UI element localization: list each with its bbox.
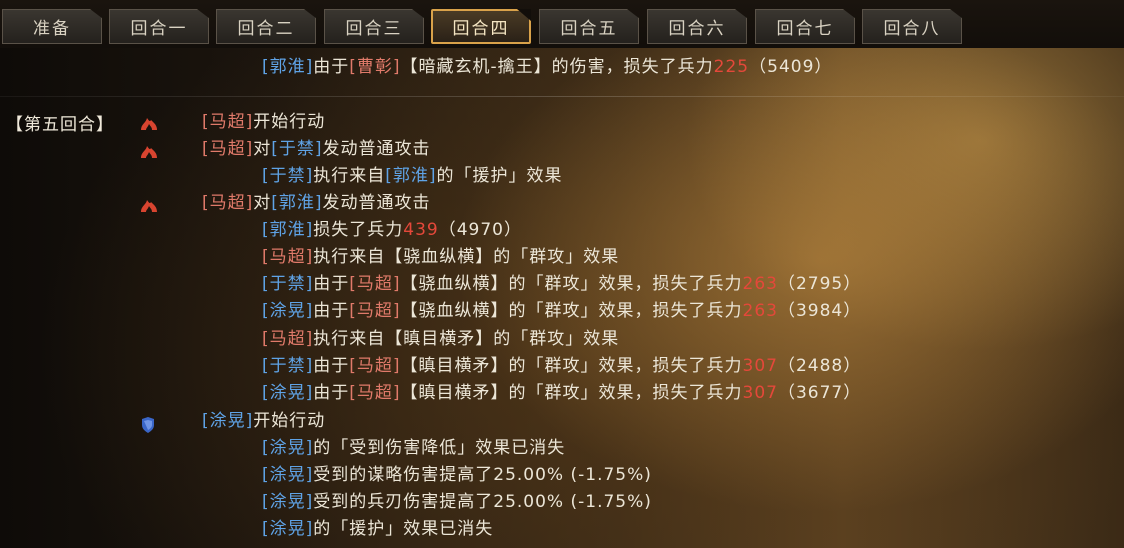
- tab-round-6[interactable]: 回合六: [647, 9, 747, 44]
- general-name: [郭淮]: [271, 193, 323, 213]
- damage-value: 439: [403, 220, 439, 240]
- general-name: [马超]: [202, 139, 254, 159]
- general-name: [马超]: [349, 383, 401, 403]
- log-text: 执行来自【骁血纵横】的「群攻」效果: [313, 247, 620, 267]
- general-name: [马超]: [202, 112, 254, 132]
- log-text: 由于: [313, 301, 350, 321]
- round-separator: [0, 96, 1124, 97]
- log-text: 由于: [313, 57, 350, 77]
- general-name: [郭淮]: [262, 57, 314, 77]
- tab-round-8[interactable]: 回合八: [862, 9, 962, 44]
- log-text: 执行来自: [313, 166, 386, 186]
- log-text: 由于: [313, 383, 350, 403]
- log-line: [于禁]执行来自[郭淮]的「援护」效果: [262, 163, 563, 189]
- tab-round-5[interactable]: 回合五: [539, 9, 639, 44]
- general-name: [马超]: [349, 274, 401, 294]
- log-line: [涂晃]由于[马超]【骁血纵横】的「群攻」效果，损失了兵力263（3984）: [262, 298, 861, 324]
- general-name: [涂晃]: [262, 465, 314, 485]
- log-text: （4970）: [438, 220, 522, 240]
- log-line: [马超]开始行动: [202, 109, 325, 135]
- log-line: [涂晃]的「受到伤害降低」效果已消失: [262, 435, 565, 461]
- log-text: 的「受到伤害降低」效果已消失: [313, 438, 566, 458]
- flame-icon: [141, 118, 157, 130]
- shield-icon: [142, 417, 154, 433]
- log-text: 【骁血纵横】的「群攻」效果，损失了兵力: [400, 301, 743, 321]
- general-name: [郭淮]: [385, 166, 437, 186]
- log-text: 对: [253, 193, 272, 213]
- log-line: [涂晃]由于[马超]【瞋目横矛】的「群攻」效果，损失了兵力307（3677）: [262, 380, 861, 406]
- tab-round-2[interactable]: 回合二: [216, 9, 316, 44]
- log-line: [马超]执行来自【瞋目横矛】的「群攻」效果: [262, 326, 619, 352]
- log-text: 发动普通攻击: [322, 139, 431, 159]
- flame-icon: [141, 200, 157, 212]
- log-text: （3984）: [777, 301, 862, 321]
- log-text: 执行来自【瞋目横矛】的「群攻」效果: [313, 329, 620, 349]
- tab-round-1[interactable]: 回合一: [109, 9, 209, 44]
- log-text: 受到的谋略伤害提高了25.00% (-1.75%): [313, 465, 652, 485]
- general-name: [曹彰]: [349, 57, 401, 77]
- general-name: [涂晃]: [202, 411, 254, 431]
- log-line: [于禁]由于[马超]【骁血纵横】的「群攻」效果，损失了兵力263（2795）: [262, 271, 861, 297]
- log-line: [涂晃]的「援护」效果已消失: [262, 516, 493, 542]
- round-tab-bar: 准备 回合一 回合二 回合三 回合四 回合五 回合六 回合七 回合八: [0, 0, 1124, 48]
- damage-value: 263: [742, 274, 778, 294]
- log-text: 开始行动: [253, 411, 326, 431]
- log-line: [涂晃]受到的谋略伤害提高了25.00% (-1.75%): [262, 462, 652, 488]
- log-text: 发动普通攻击: [322, 193, 431, 213]
- general-name: [马超]: [349, 301, 401, 321]
- general-name: [马超]: [262, 329, 314, 349]
- tab-round-7[interactable]: 回合七: [755, 9, 855, 44]
- log-text: 的「援护」效果: [436, 166, 563, 186]
- general-name: [涂晃]: [262, 492, 314, 512]
- damage-value: 307: [742, 356, 778, 376]
- tab-round-3[interactable]: 回合三: [324, 9, 424, 44]
- log-text: （3677）: [777, 383, 862, 403]
- log-text: （2488）: [777, 356, 862, 376]
- log-text: 【瞋目横矛】的「群攻」效果，损失了兵力: [400, 383, 743, 403]
- log-text: 开始行动: [253, 112, 326, 132]
- log-text: （5409）: [749, 57, 833, 77]
- log-line: [郭淮]由于[曹彰]【暗藏玄机-擒王】的伤害，损失了兵力225（5409）: [262, 54, 832, 80]
- round-heading: 【第五回合】: [6, 115, 114, 135]
- general-name: [于禁]: [262, 356, 314, 376]
- damage-value: 307: [742, 383, 778, 403]
- log-line: [马超]对[于禁]发动普通攻击: [202, 136, 431, 162]
- log-text: （2795）: [777, 274, 862, 294]
- log-text: 对: [253, 139, 272, 159]
- general-name: [涂晃]: [262, 519, 314, 539]
- general-name: [涂晃]: [262, 383, 314, 403]
- log-text: 损失了兵力: [313, 220, 404, 240]
- log-text: 【骁血纵横】的「群攻」效果，损失了兵力: [400, 274, 743, 294]
- general-name: [马超]: [262, 247, 314, 267]
- log-text: 【瞋目横矛】的「群攻」效果，损失了兵力: [400, 356, 743, 376]
- general-name: [马超]: [349, 356, 401, 376]
- log-text: 由于: [313, 274, 350, 294]
- log-text: 受到的兵刃伤害提高了25.00% (-1.75%): [313, 492, 652, 512]
- log-text: 【暗藏玄机-擒王】的伤害，损失了兵力: [400, 57, 714, 77]
- tab-round-4[interactable]: 回合四: [431, 9, 531, 44]
- general-name: [于禁]: [262, 274, 314, 294]
- general-name: [郭淮]: [262, 220, 314, 240]
- damage-value: 263: [742, 301, 778, 321]
- general-name: [涂晃]: [262, 301, 314, 321]
- log-line: [马超]执行来自【骁血纵横】的「群攻」效果: [262, 244, 619, 270]
- log-line: [于禁]由于[马超]【瞋目横矛】的「群攻」效果，损失了兵力307（2488）: [262, 353, 861, 379]
- general-name: [于禁]: [271, 139, 323, 159]
- flame-icon: [141, 146, 157, 158]
- log-text: 的「援护」效果已消失: [313, 519, 494, 539]
- log-line: [郭淮]损失了兵力439（4970）: [262, 217, 522, 243]
- log-text: 由于: [313, 356, 350, 376]
- damage-value: 225: [713, 57, 750, 77]
- tab-prepare[interactable]: 准备: [2, 9, 102, 44]
- log-line: [涂晃]开始行动: [202, 408, 325, 434]
- general-name: [马超]: [202, 193, 254, 213]
- general-name: [涂晃]: [262, 438, 314, 458]
- log-line: [马超]对[郭淮]发动普通攻击: [202, 190, 431, 216]
- log-line: [涂晃]受到的兵刃伤害提高了25.00% (-1.75%): [262, 489, 652, 515]
- general-name: [于禁]: [262, 166, 314, 186]
